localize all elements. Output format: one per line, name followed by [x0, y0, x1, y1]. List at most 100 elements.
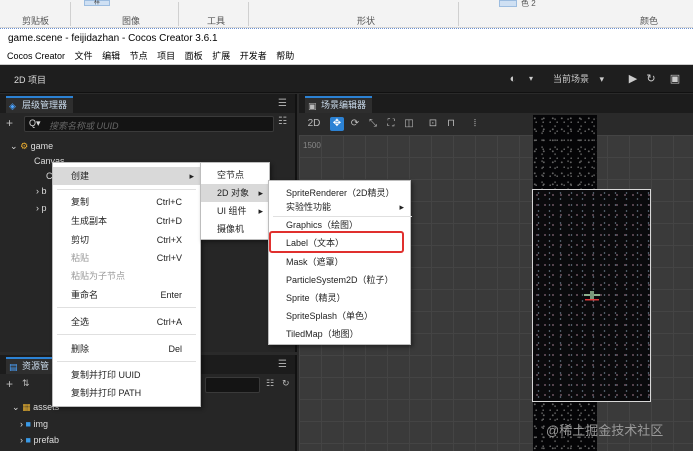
menu-cocos-creator[interactable]: Cocos Creator: [7, 48, 65, 64]
hierarchy-search-input[interactable]: Q▾ 搜索名称或 UUID: [24, 116, 274, 132]
chevron-right-icon[interactable]: ›: [20, 435, 23, 445]
layout-icon[interactable]: ▣: [667, 71, 683, 87]
tab-hierarchy[interactable]: ◈ 层级管理器: [6, 96, 74, 113]
list-view-icon[interactable]: ☷: [278, 116, 287, 127]
asset-folder-prefab[interactable]: › ■ prefab: [0, 433, 295, 448]
add-asset-icon[interactable]: +: [6, 377, 13, 391]
database-icon: ▦: [22, 402, 31, 412]
menu-file[interactable]: 文件: [75, 48, 93, 64]
play-icon[interactable]: ▶: [625, 71, 641, 87]
menu-item-rename[interactable]: 重命名 Enter: [53, 286, 200, 304]
menu-item-create[interactable]: 创建 ▸: [53, 167, 200, 185]
align-icon[interactable]: ⦙: [468, 117, 482, 131]
menu-panel[interactable]: 面板: [185, 48, 203, 64]
menu-item-particle-system[interactable]: ParticleSystem2D（粒子）: [269, 271, 410, 289]
menu-item-sprite-splash[interactable]: SpriteSplash（单色）: [269, 307, 410, 325]
menu-item-empty-node[interactable]: 空节点: [201, 166, 269, 184]
menu-item-copy-path[interactable]: 复制并打印 PATH: [53, 384, 200, 402]
chevron-right-icon: ▸: [189, 171, 194, 181]
menu-shortcut: Del: [168, 344, 182, 354]
tree-node-label: b: [41, 186, 47, 196]
player-plane-sprite[interactable]: [582, 290, 602, 302]
menu-item-copy-uuid[interactable]: 复制并打印 UUID: [53, 366, 200, 384]
menu-item-label: 剪切: [71, 235, 90, 245]
chevron-right-icon[interactable]: ›: [36, 186, 39, 196]
sort-icon[interactable]: ⇅: [22, 378, 30, 389]
menu-item-label: 生成副本: [71, 216, 108, 226]
menu-item-label: 复制并打印 UUID: [71, 370, 141, 380]
menu-item-cut[interactable]: 剪切 Ctrl+X: [53, 231, 200, 249]
move-tool-icon[interactable]: ✥: [330, 117, 344, 131]
scene-select[interactable]: 当前场景 ▾: [553, 72, 621, 86]
pivot-tool-icon[interactable]: ◫: [402, 117, 416, 131]
scale-tool-icon[interactable]: ⤡: [366, 117, 380, 131]
ribbon-group-colors: 颜色: [640, 16, 659, 26]
tab-hierarchy-label: 层级管理器: [22, 100, 68, 110]
list-view-icon[interactable]: ☷: [266, 378, 274, 389]
preview-platform-icon[interactable]: ◐: [505, 71, 521, 87]
folder-icon: ■: [25, 419, 31, 429]
menu-item-experimental[interactable]: 实验性功能 ▸: [269, 198, 410, 216]
menu-help[interactable]: 帮助: [276, 48, 294, 64]
chevron-right-icon: ▸: [258, 206, 263, 216]
menu-item-2d-object[interactable]: 2D 对象 ▸: [201, 184, 269, 202]
panel-menu-icon[interactable]: ☰: [278, 359, 287, 370]
menu-item-ui-component[interactable]: UI 组件 ▸: [201, 202, 269, 220]
snap-icon[interactable]: ⊓: [444, 117, 458, 131]
chevron-right-icon[interactable]: ›: [20, 419, 23, 429]
ribbon-group-tools: 工具: [207, 16, 226, 26]
menu-developer[interactable]: 开发者: [240, 48, 267, 64]
menu-item-copy[interactable]: 复制 Ctrl+C: [53, 193, 200, 211]
menu-shortcut: Enter: [160, 290, 182, 300]
menu-item-paste-as-child[interactable]: 粘贴为子节点: [53, 267, 200, 285]
menu-node[interactable]: 节点: [130, 48, 148, 64]
menu-item-camera[interactable]: 摄像机: [201, 220, 269, 238]
refresh-icon[interactable]: ↻: [282, 378, 290, 389]
ribbon-format-button[interactable]: 样: [84, 0, 110, 6]
chevron-down-icon[interactable]: ⌄: [10, 141, 18, 151]
rotate-tool-icon[interactable]: ⟳: [348, 117, 362, 131]
menu-extension[interactable]: 扩展: [212, 48, 230, 64]
menu-item-paste[interactable]: 粘贴 Ctrl+V: [53, 249, 200, 267]
2d-object-submenu: SpriteRenderer（2D精灵） 实验性功能 ▸ Graphics（绘图…: [268, 180, 412, 345]
panel-menu-icon[interactable]: ☰: [278, 98, 287, 109]
menu-item-label: 创建: [71, 171, 90, 181]
rect-tool-icon[interactable]: ⛶: [384, 117, 398, 131]
color-1-swatch[interactable]: [499, 0, 517, 7]
chevron-right-icon: ▸: [258, 188, 263, 198]
ribbon-strip: 样 剪贴板 图像 工具 形状 色 2 颜色: [0, 0, 693, 28]
color-2-label[interactable]: 色 2: [521, 0, 536, 9]
layers-icon: ◈: [9, 101, 16, 111]
menu-item-tiled-map[interactable]: TiledMap（地图）: [269, 325, 410, 343]
chevron-down-icon[interactable]: ▾: [523, 71, 539, 87]
menu-bar: Cocos Creator 文件 编辑 节点 项目 面板 扩展 开发者 帮助: [0, 48, 693, 65]
menu-item-sprite[interactable]: Sprite（精灵）: [269, 289, 410, 307]
menu-item-label: 全选: [71, 317, 90, 327]
ribbon-group-clipboard: 剪贴板: [22, 16, 50, 26]
chevron-right-icon[interactable]: ›: [36, 203, 39, 213]
menu-item-mask[interactable]: Mask（遮罩）: [269, 253, 410, 271]
ruler-label: 1500: [303, 141, 321, 150]
refresh-icon[interactable]: ↻: [643, 71, 659, 87]
tree-node-game[interactable]: ⌄ ⚙ game: [0, 139, 295, 154]
main-toolbar: 2D 项目 ◐ ▾ 当前场景 ▾ ▶ ↻ ▣: [0, 65, 693, 93]
mode-2d-toggle[interactable]: 2D: [305, 117, 323, 131]
menu-item-duplicate[interactable]: 生成副本 Ctrl+D: [53, 212, 200, 230]
tree-node-label: game: [30, 141, 54, 151]
menu-item-label: 实验性功能: [286, 202, 332, 212]
assets-search-input[interactable]: [205, 377, 260, 393]
add-node-icon[interactable]: +: [6, 116, 13, 130]
asset-folder-img[interactable]: › ■ img: [0, 417, 295, 432]
scene-icon: ⚙: [20, 141, 29, 151]
chevron-down-icon: ▾: [599, 74, 605, 84]
tab-scene-editor[interactable]: ▣ 场景编辑器: [305, 96, 373, 113]
menu-project[interactable]: 项目: [157, 48, 175, 64]
menu-edit[interactable]: 编辑: [102, 48, 120, 64]
menu-item-delete[interactable]: 删除 Del: [53, 340, 200, 358]
watermark: @稀土掘金技术社区: [546, 423, 664, 438]
tab-assets[interactable]: ▤ 资源管: [6, 357, 56, 374]
chevron-down-icon[interactable]: ⌄: [12, 402, 20, 412]
local-space-icon[interactable]: ⊡: [426, 117, 440, 131]
menu-item-select-all[interactable]: 全选 Ctrl+A: [53, 313, 200, 331]
menu-item-label: 2D 对象: [217, 188, 250, 198]
